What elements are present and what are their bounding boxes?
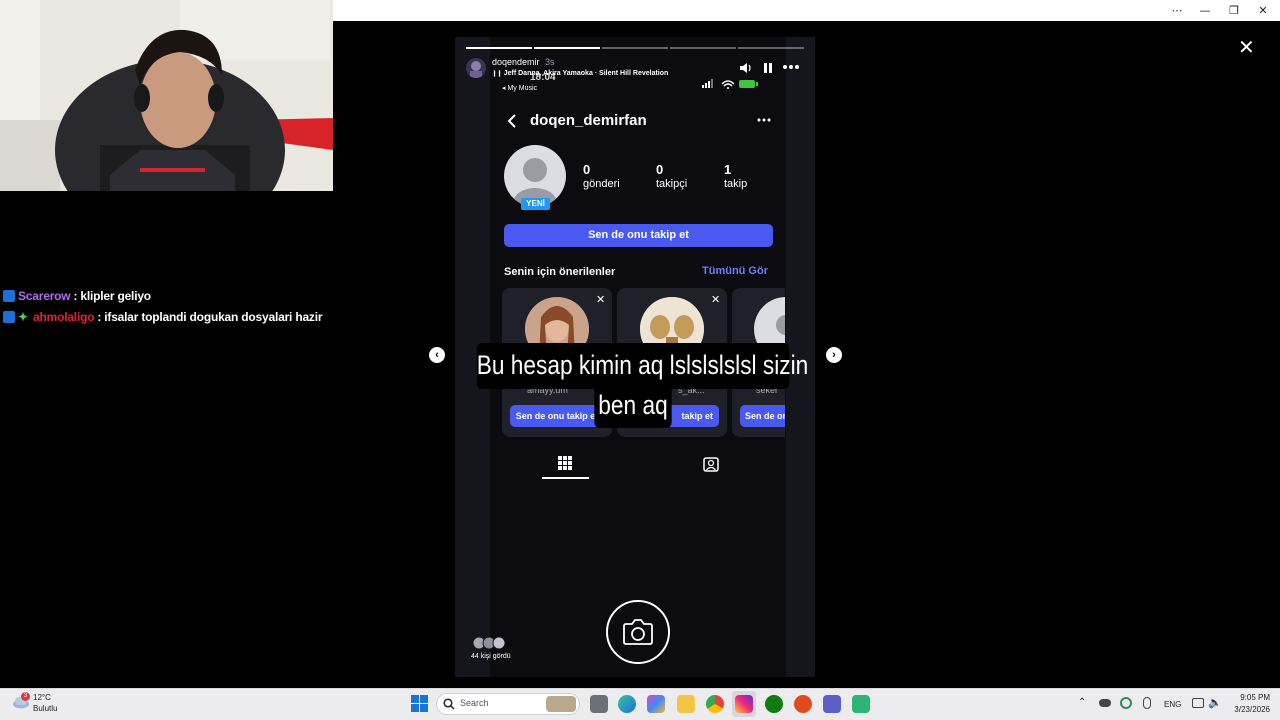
- followers-label[interactable]: takipçi: [656, 178, 687, 190]
- story-menu-icon[interactable]: [783, 64, 799, 70]
- next-story-arrow-icon[interactable]: ›: [826, 347, 842, 363]
- maximize-button[interactable]: ❐: [1219, 3, 1249, 19]
- tagged-icon[interactable]: [703, 456, 719, 472]
- story-progress-segment: [466, 47, 532, 49]
- phone-clock: 18:04: [530, 72, 556, 83]
- weather-desc[interactable]: Bulutlu: [33, 704, 57, 713]
- subscriber-badge-icon: [3, 311, 15, 323]
- search-placeholder: Search: [460, 698, 489, 708]
- subscriber-badge-icon: [3, 290, 15, 302]
- story-progress-segment: [534, 47, 600, 49]
- app-icon[interactable]: [852, 695, 870, 713]
- grid-icon[interactable]: [558, 456, 572, 470]
- chat-username[interactable]: ahmolaligo: [33, 310, 95, 324]
- story-caption-line: ben aq: [594, 385, 672, 428]
- file-explorer-icon[interactable]: [677, 695, 695, 713]
- profile-handle: doqen_demirfan: [530, 112, 647, 129]
- task-view-icon[interactable]: [590, 695, 608, 713]
- more-options-icon[interactable]: ⋯: [1162, 3, 1192, 19]
- chat-text: : ifsalar toplandi dogukan dosyalari haz…: [97, 310, 323, 324]
- story-avatar[interactable]: [466, 58, 486, 78]
- edge-browser-icon[interactable]: [618, 695, 636, 713]
- viewers-avatars[interactable]: [472, 636, 508, 650]
- chat-message: Scarerow : klipler geliyo: [3, 289, 151, 303]
- profile-menu-icon[interactable]: [757, 118, 771, 122]
- chat-message: ✦ ahmolaligo : ifsalar toplandi dogukan …: [3, 310, 323, 324]
- sync-icon[interactable]: [1120, 697, 1132, 709]
- volume-icon[interactable]: [738, 61, 752, 75]
- instagram-icon[interactable]: [735, 695, 753, 713]
- webcam-feed: [0, 0, 333, 191]
- following-label[interactable]: takip: [724, 178, 747, 190]
- suggestion-follow-button[interactable]: Sen de onu takip et: [510, 405, 604, 427]
- network-icon[interactable]: [1192, 698, 1204, 708]
- microphone-icon[interactable]: [1143, 697, 1151, 709]
- window-titlebar: [333, 0, 1280, 21]
- story-progress-segment: [738, 47, 804, 49]
- window-close-button[interactable]: ✕: [1248, 3, 1278, 19]
- suggestion-follow-button[interactable]: Sen de on: [740, 405, 785, 427]
- posts-label[interactable]: gönderi: [583, 178, 620, 190]
- search-icon: [443, 698, 455, 710]
- chrome-icon[interactable]: [706, 695, 724, 713]
- story-progress-segment: [602, 47, 668, 49]
- chat-username[interactable]: Scarerow: [18, 289, 71, 303]
- story-caption-line: Bu hesap kimin aq lslslslslsl sizin: [476, 343, 808, 389]
- tray-overflow-icon[interactable]: ⌃: [1078, 697, 1086, 708]
- speaker-icon[interactable]: 🔈: [1208, 696, 1222, 709]
- teams-icon[interactable]: [823, 695, 841, 713]
- story-username[interactable]: doqendemir 3s: [492, 57, 555, 67]
- camera-icon: [623, 619, 653, 645]
- onedrive-icon[interactable]: [1099, 699, 1111, 707]
- windows-start-icon[interactable]: [411, 695, 428, 712]
- weather-temp[interactable]: 12°C: [33, 693, 51, 702]
- search-highlight-image: [546, 696, 576, 712]
- copilot-icon[interactable]: [647, 695, 665, 713]
- clock-time[interactable]: 9:05 PM: [1230, 693, 1270, 702]
- previous-story-arrow-icon[interactable]: ‹: [429, 347, 445, 363]
- story-music-label[interactable]: ❙❙ Jeff Danna, Akira Yamaoka · Silent Hi…: [492, 70, 668, 77]
- phone-back-app: ◂ My Music: [502, 85, 538, 92]
- minimize-button[interactable]: —: [1190, 3, 1220, 19]
- phone-status-icons: [702, 79, 758, 89]
- taskbar: [0, 688, 1280, 720]
- language-indicator[interactable]: ENG: [1164, 700, 1181, 709]
- camera-button[interactable]: [606, 600, 670, 664]
- story-progress-segment: [670, 47, 736, 49]
- clock-date[interactable]: 3/23/2026: [1224, 705, 1270, 714]
- viewers-count[interactable]: 44 kişi gördü: [471, 653, 511, 660]
- pause-icon[interactable]: [762, 62, 774, 74]
- followers-count: 0: [656, 162, 664, 177]
- dismiss-suggestion-icon[interactable]: ✕: [596, 293, 605, 306]
- following-count: 1: [724, 162, 732, 177]
- posts-count: 0: [583, 162, 591, 177]
- chat-text: : klipler geliyo: [73, 289, 151, 303]
- dismiss-suggestion-icon[interactable]: ✕: [711, 293, 720, 306]
- xbox-icon[interactable]: [765, 695, 783, 713]
- sparkle-badge-icon: ✦: [18, 310, 28, 324]
- new-badge: YENİ: [521, 198, 550, 210]
- game-launcher-icon[interactable]: [794, 695, 812, 713]
- story-close-icon[interactable]: ✕: [1238, 35, 1255, 59]
- see-all-link[interactable]: Tümünü Gör: [702, 265, 768, 277]
- active-tab-indicator: [542, 477, 589, 479]
- weather-badge: 3: [21, 692, 30, 701]
- suggested-title: Senin için önerilenler: [504, 266, 616, 278]
- follow-back-button[interactable]: Sen de onu takip et: [504, 224, 773, 247]
- back-arrow-icon[interactable]: [506, 113, 518, 129]
